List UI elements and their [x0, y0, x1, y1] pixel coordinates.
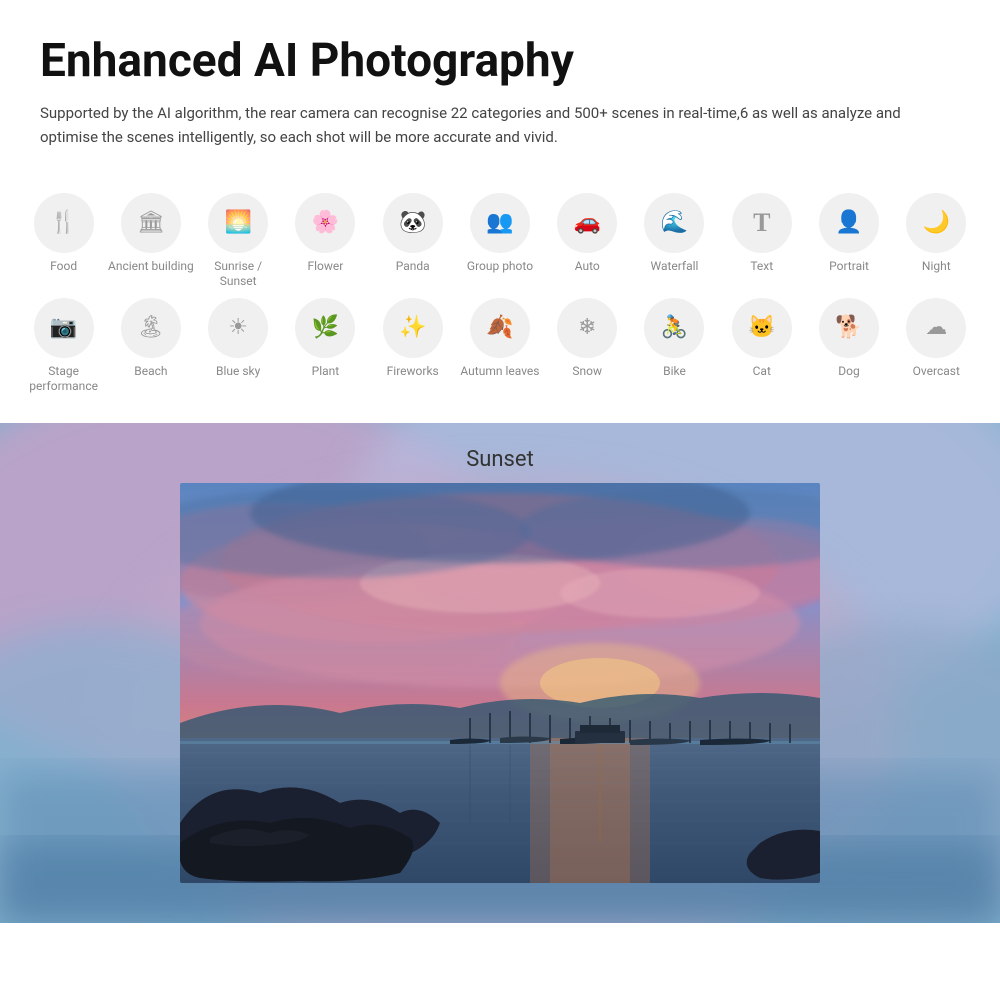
photo-main [180, 483, 820, 883]
category-label-cat: Cat [753, 364, 771, 380]
category-label-waterfall: Waterfall [651, 259, 699, 275]
panda-icon: 🐼 [383, 193, 443, 253]
flower-icon: 🌸 [295, 193, 355, 253]
category-label-panda: Panda [396, 259, 430, 275]
category-item-autumn-leaves: 🍂 Autumn leaves [456, 298, 543, 380]
snow-icon-glyph: ❄ [578, 315, 596, 340]
flower-icon-glyph: 🌸 [312, 210, 339, 235]
categories-section: 🍴Food🏛Ancient building🌅Sunrise / Sunset🌸… [0, 169, 1000, 423]
portrait-icon: 👤 [819, 193, 879, 253]
category-label-dog: Dog [838, 364, 859, 380]
category-label-beach: Beach [134, 364, 167, 380]
category-label-autumn-leaves: Autumn leaves [460, 364, 539, 380]
category-label-text: Text [750, 259, 773, 275]
text-icon-glyph: T [753, 208, 770, 238]
category-item-waterfall: 🌊 Waterfall [631, 193, 718, 275]
auto-icon-glyph: 🚗 [574, 210, 601, 235]
category-item-night: 🌙 Night [893, 193, 980, 275]
night-icon: 🌙 [906, 193, 966, 253]
night-icon-glyph: 🌙 [923, 210, 950, 235]
fireworks-icon: ✨ [383, 298, 443, 358]
waterfall-icon: 🌊 [644, 193, 704, 253]
category-item-portrait: 👤 Portrait [805, 193, 892, 275]
category-item-bike: 🚴 Bike [631, 298, 718, 380]
category-item-cat: 🐱 Cat [718, 298, 805, 380]
dog-icon-glyph: 🐕 [835, 315, 862, 340]
category-row-1: 🍴Food🏛Ancient building🌅Sunrise / Sunset🌸… [20, 193, 980, 290]
text-icon: T [732, 193, 792, 253]
category-label-sunrise-sunset: Sunrise / Sunset [195, 259, 282, 290]
sunrise-icon-glyph: 🌅 [224, 210, 251, 235]
category-item-dog: 🐕 Dog [805, 298, 892, 380]
category-item-stage-performance: 📷 Stage performance [20, 298, 107, 395]
category-label-night: Night [922, 259, 951, 275]
sunset-image [180, 483, 820, 883]
bluesky-icon-glyph: ☀ [228, 315, 248, 340]
ancient-icon: 🏛 [121, 193, 181, 253]
category-item-auto: 🚗 Auto [544, 193, 631, 275]
category-item-snow: ❄ Snow [544, 298, 631, 380]
category-label-blue-sky: Blue sky [216, 364, 260, 380]
category-label-stage-performance: Stage performance [20, 364, 107, 395]
category-label-portrait: Portrait [829, 259, 869, 275]
overcast-icon: ☁ [906, 298, 966, 358]
plant-icon-glyph: 🌿 [312, 315, 339, 340]
cat-icon: 🐱 [732, 298, 792, 358]
category-label-overcast: Overcast [913, 364, 960, 380]
category-item-panda: 🐼 Panda [369, 193, 456, 275]
stage-icon: 📷 [34, 298, 94, 358]
dog-icon: 🐕 [819, 298, 879, 358]
stage-icon-glyph: 📷 [50, 315, 77, 340]
category-item-group-photo: 👥 Group photo [456, 193, 543, 275]
ancient-icon-glyph: 🏛 [137, 210, 165, 235]
group-icon-glyph: 👥 [486, 210, 513, 235]
waterfall-icon-glyph: 🌊 [661, 210, 688, 235]
category-label-auto: Auto [575, 259, 600, 275]
autumn-icon: 🍂 [470, 298, 530, 358]
snow-icon: ❄ [557, 298, 617, 358]
category-label-snow: Snow [572, 364, 602, 380]
category-item-blue-sky: ☀ Blue sky [195, 298, 282, 380]
group-icon: 👥 [470, 193, 530, 253]
food-icon: 🍴 [34, 193, 94, 253]
category-label-group-photo: Group photo [467, 259, 533, 275]
category-item-fireworks: ✨ Fireworks [369, 298, 456, 380]
category-label-fireworks: Fireworks [387, 364, 439, 380]
plant-icon: 🌿 [295, 298, 355, 358]
autumn-icon-glyph: 🍂 [486, 315, 513, 340]
category-item-flower: 🌸 Flower [282, 193, 369, 275]
overcast-icon-glyph: ☁ [925, 315, 947, 340]
category-label-food: Food [50, 259, 77, 275]
food-icon-glyph: 🍴 [50, 210, 77, 235]
category-label-bike: Bike [663, 364, 686, 380]
category-label-plant: Plant [312, 364, 340, 380]
sunrise-icon: 🌅 [208, 193, 268, 253]
category-item-beach: 🏝 Beach [107, 298, 194, 380]
category-row-2: 📷 Stage performance 🏝 Beach ☀ Blue sky 🌿 Plant ✨… [20, 298, 980, 395]
category-item-text: T Text [718, 193, 805, 275]
category-label-ancient-building: Ancient building [108, 259, 194, 275]
description-text: Supported by the AI algorithm, the rear … [40, 101, 960, 149]
bluesky-icon: ☀ [208, 298, 268, 358]
category-item-plant: 🌿 Plant [282, 298, 369, 380]
category-label-flower: Flower [308, 259, 344, 275]
category-item-overcast: ☁ Overcast [893, 298, 980, 380]
bike-icon: 🚴 [644, 298, 704, 358]
bike-icon-glyph: 🚴 [661, 315, 688, 340]
category-item-food: 🍴 Food [20, 193, 107, 275]
category-item-sunrise-sunset: 🌅 Sunrise / Sunset [195, 193, 282, 290]
beach-icon: 🏝 [121, 298, 181, 358]
photo-label: Sunset [0, 447, 1000, 472]
portrait-icon-glyph: 👤 [835, 210, 862, 235]
beach-icon-glyph: 🏝 [137, 315, 165, 340]
top-section: Enhanced AI Photography Supported by the… [0, 0, 1000, 169]
fireworks-icon-glyph: ✨ [399, 315, 426, 340]
auto-icon: 🚗 [557, 193, 617, 253]
photo-section: Sunset [0, 423, 1000, 923]
cat-icon-glyph: 🐱 [748, 315, 775, 340]
panda-icon-glyph: 🐼 [399, 210, 426, 235]
category-item-ancient-building: 🏛 Ancient building [107, 193, 194, 275]
page-title: Enhanced AI Photography [40, 36, 960, 87]
